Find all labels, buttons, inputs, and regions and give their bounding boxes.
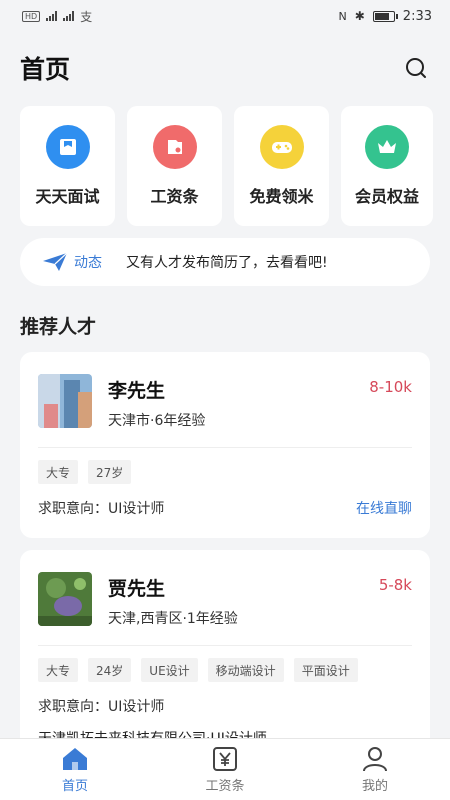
- tab-label: 我的: [361, 778, 388, 794]
- candidate-tag: 27岁: [88, 460, 132, 484]
- bottom-tab-bar: 首页 工资条 我的: [0, 738, 450, 800]
- candidate-salary: 8-10k: [369, 378, 412, 396]
- quick-action-interview[interactable]: 天天面试: [20, 106, 115, 226]
- candidate-tag: 大专: [38, 460, 79, 484]
- search-icon: [406, 58, 426, 78]
- candidate-tag: 平面设计: [293, 658, 358, 682]
- candidate-name: 李先生: [108, 380, 166, 402]
- candidate-meta: 天津市·6年经验: [108, 413, 206, 429]
- candidate-tag: 移动端设计: [207, 658, 284, 682]
- paper-plane-icon: [43, 252, 68, 271]
- quick-action-payslip[interactable]: 工资条: [127, 106, 222, 226]
- candidate-tag: 大专: [38, 658, 79, 682]
- payslip-icon: [152, 125, 197, 169]
- notice-text: 又有人才发布简历了，去看看吧!: [126, 255, 328, 271]
- quick-actions: 天天面试 工资条 免费领米 会员权益: [20, 106, 433, 226]
- candidate-card[interactable]: 李先生 8-10k 天津市·6年经验 大专 27岁 求职意向：UI设计师 在线直…: [20, 352, 430, 538]
- gamepad-icon: [259, 125, 304, 169]
- online-chat-button[interactable]: 在线直聊: [356, 498, 412, 518]
- candidate-intent: 求职意向：UI设计师: [38, 501, 165, 517]
- clock: 2:33: [402, 8, 432, 24]
- interview-icon: [45, 125, 90, 169]
- nfc-icon: N: [338, 9, 347, 23]
- network-indicators: HD 支: [22, 8, 92, 25]
- candidate-avatar: [38, 374, 92, 428]
- candidate-name: 贾先生: [108, 578, 166, 600]
- quick-action-label: 工资条: [150, 187, 199, 206]
- quick-action-membership[interactable]: 会员权益: [341, 106, 433, 226]
- status-bar: HD 支 N ✱ 2:33: [0, 0, 450, 32]
- notice-tag: 动态: [74, 255, 102, 271]
- header: 首页: [0, 40, 450, 96]
- candidate-salary: 5-8k: [378, 576, 412, 594]
- user-icon: [363, 746, 387, 771]
- tab-payslip[interactable]: 工资条: [150, 739, 300, 800]
- search-button[interactable]: [402, 54, 430, 82]
- quick-action-label: 会员权益: [354, 187, 419, 206]
- battery-icon: [372, 10, 398, 22]
- quick-action-label: 天天面试: [35, 187, 100, 206]
- candidate-intent: 求职意向：UI设计师: [38, 699, 165, 715]
- signal-icon: [46, 11, 58, 21]
- page-title: 首页: [20, 55, 71, 84]
- quick-action-label: 免费领米: [249, 187, 314, 206]
- tab-label: 工资条: [205, 778, 245, 794]
- candidate-card[interactable]: 贾先生 5-8k 天津,西青区·1年经验 大专 24岁 UE设计 移动端设计 平…: [20, 550, 430, 750]
- hd-badge: HD: [22, 10, 41, 22]
- signal-icon: [63, 11, 75, 21]
- tab-label: 首页: [61, 778, 88, 794]
- candidate-tags: 大专 27岁: [38, 460, 412, 484]
- home-icon: [63, 747, 87, 770]
- tab-home[interactable]: 首页: [0, 739, 150, 800]
- quick-action-free-rice[interactable]: 免费领米: [234, 106, 329, 226]
- tab-mine[interactable]: 我的: [300, 739, 450, 800]
- section-title: 推荐人才: [20, 316, 97, 338]
- candidate-tag: UE设计: [141, 658, 198, 682]
- candidate-tag: 24岁: [88, 658, 132, 682]
- bluetooth-icon: ✱: [354, 9, 365, 23]
- candidate-tags: 大专 24岁 UE设计 移动端设计 平面设计: [38, 658, 412, 682]
- yen-receipt-icon: [213, 746, 237, 771]
- crown-icon: [365, 125, 409, 169]
- notice-bar[interactable]: 动态 又有人才发布简历了，去看看吧!: [20, 238, 430, 286]
- payment-icon: 支: [80, 9, 93, 24]
- candidate-meta: 天津,西青区·1年经验: [108, 611, 238, 627]
- candidate-avatar: [38, 572, 92, 626]
